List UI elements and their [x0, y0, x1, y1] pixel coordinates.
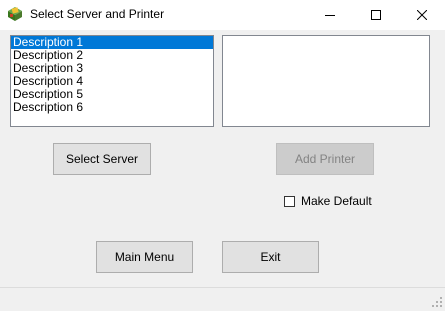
printer-list[interactable]: [222, 35, 430, 127]
close-button[interactable]: [399, 0, 445, 30]
printer-app-icon: [6, 5, 24, 23]
server-list-item[interactable]: Description 6: [11, 101, 213, 114]
server-list[interactable]: Description 1 Description 2 Description …: [10, 35, 214, 127]
minimize-icon: [325, 10, 335, 20]
close-icon: [417, 10, 427, 20]
make-default-checkbox[interactable]: [284, 195, 295, 207]
make-default-label: Make Default: [301, 194, 372, 208]
window-title: Select Server and Printer: [30, 7, 165, 21]
maximize-button[interactable]: [353, 0, 399, 30]
main-menu-button[interactable]: Main Menu: [96, 241, 193, 273]
exit-button[interactable]: Exit: [222, 241, 319, 273]
title-bar[interactable]: Select Server and Printer: [0, 0, 445, 30]
status-bar: [0, 287, 445, 310]
add-printer-button[interactable]: Add Printer: [276, 143, 374, 175]
minimize-button[interactable]: [307, 0, 353, 30]
make-default-option[interactable]: Make Default: [284, 194, 372, 208]
select-server-button[interactable]: Select Server: [53, 143, 151, 175]
resize-grip-icon[interactable]: [431, 296, 443, 308]
maximize-icon: [371, 10, 381, 20]
